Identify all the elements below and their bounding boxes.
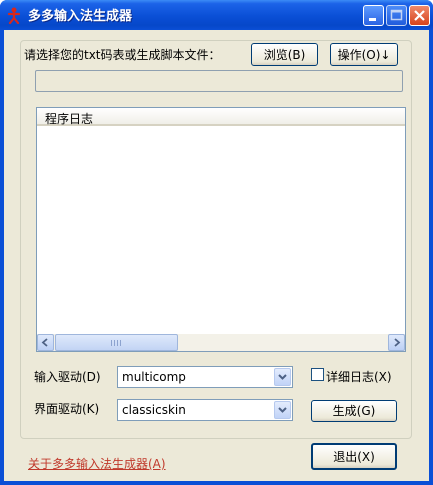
chevron-right-icon [394, 338, 401, 347]
browse-button[interactable]: 浏览(B) [251, 43, 318, 66]
generate-button[interactable]: 生成(G) [311, 400, 397, 422]
input-driver-value: multicomp [122, 370, 186, 384]
progress-bar [35, 70, 403, 92]
close-button[interactable] [409, 5, 430, 26]
chevron-down-icon [278, 374, 287, 380]
ui-driver-value: classicskin [122, 403, 186, 417]
maximize-icon [390, 9, 403, 21]
exit-button[interactable]: 退出(X) [311, 443, 397, 470]
input-driver-label: 输入驱动(D) [34, 370, 101, 384]
log-listview[interactable]: 程序日志 [36, 107, 406, 352]
horizontal-scrollbar[interactable] [37, 334, 405, 351]
close-icon [414, 10, 425, 21]
ui-driver-dropdown-button[interactable] [274, 401, 291, 419]
input-driver-select[interactable]: multicomp [117, 366, 293, 388]
window-bottom-border [0, 481, 433, 485]
window-title: 多多输入法生成器 [28, 9, 133, 24]
minimize-icon [369, 18, 376, 21]
detail-log-checkbox[interactable] [311, 368, 324, 381]
input-driver-dropdown-button[interactable] [274, 368, 291, 386]
ui-driver-select[interactable]: classicskin [117, 399, 293, 421]
app-window: 多多输入法生成器 请选择您的txt码表或生成脚本文件： 浏览(B) 操作(O)↓… [0, 0, 433, 485]
file-prompt-label: 请选择您的txt码表或生成脚本文件： [24, 48, 221, 62]
scroll-grip-icon [111, 340, 121, 346]
title-bar[interactable]: 多多输入法生成器 [0, 0, 433, 30]
scroll-thumb[interactable] [55, 334, 178, 351]
scroll-right-button[interactable] [388, 334, 405, 351]
minimize-button[interactable] [363, 5, 384, 26]
log-column-header[interactable]: 程序日志 [37, 108, 405, 126]
chevron-down-icon [278, 407, 287, 413]
dialog-client-area: 请选择您的txt码表或生成脚本文件： 浏览(B) 操作(O)↓ 程序日志 输入驱… [4, 30, 429, 481]
operate-menu-button[interactable]: 操作(O)↓ [330, 43, 398, 66]
chevron-left-icon [41, 338, 48, 347]
scroll-left-button[interactable] [37, 334, 54, 351]
log-column-title: 程序日志 [45, 112, 94, 126]
app-icon [7, 7, 21, 24]
ui-driver-label: 界面驱动(K) [34, 402, 100, 416]
detail-log-label[interactable]: 详细日志(X) [326, 368, 392, 385]
maximize-button[interactable] [386, 5, 407, 26]
about-link[interactable]: 关于多多输入法生成器(A) [28, 455, 166, 472]
